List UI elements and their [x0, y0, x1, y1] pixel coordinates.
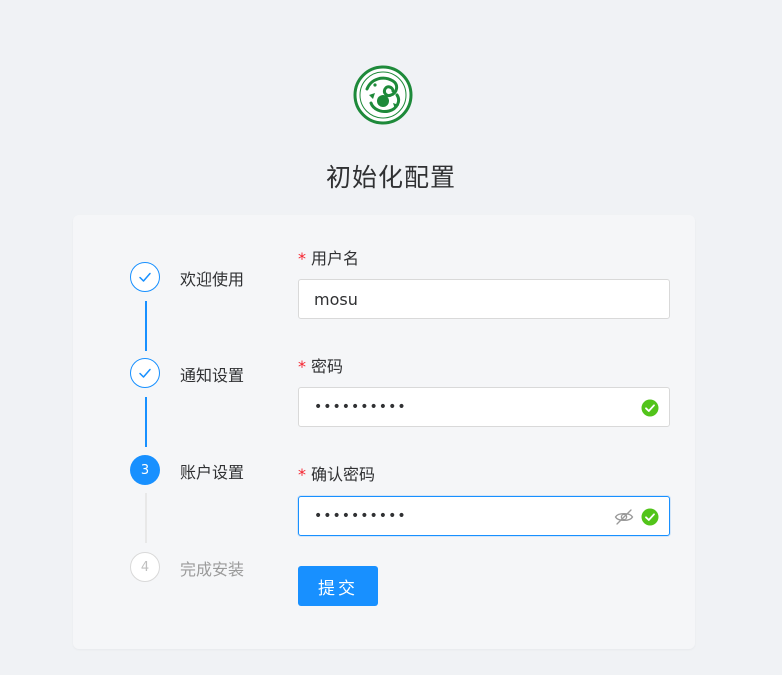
password-value: •••••••••• [314, 399, 407, 415]
confirm-password-value: •••••••••• [314, 508, 407, 524]
confirm-password-input[interactable]: •••••••••• [298, 496, 670, 536]
step-number: 3 [130, 455, 160, 485]
required-mark: * [298, 357, 306, 376]
username-value: mosu [314, 289, 358, 309]
username-input[interactable]: mosu [298, 279, 670, 319]
checkmark-circle-icon [641, 399, 659, 417]
submit-button[interactable]: 提交 [298, 566, 378, 606]
step-connector [145, 301, 147, 351]
step-finish: 4 完成安装 [130, 552, 290, 584]
step-connector [145, 493, 147, 543]
required-mark: * [298, 249, 306, 268]
username-label: * 用户名 [298, 249, 360, 268]
step-label: 通知设置 [180, 366, 245, 385]
password-input[interactable]: •••••••••• [298, 387, 670, 427]
confirm-password-label: * 确认密码 [298, 465, 376, 484]
step-number: 4 [130, 552, 160, 582]
check-icon [130, 262, 160, 292]
step-account: 3 账户设置 [130, 455, 290, 487]
required-mark: * [298, 465, 306, 484]
check-icon [130, 358, 160, 388]
password-label: * 密码 [298, 357, 344, 376]
page-title: 初始化配置 [325, 163, 456, 192]
step-notification: 通知设置 [130, 358, 290, 390]
step-welcome: 欢迎使用 [130, 262, 290, 294]
eye-off-icon[interactable] [614, 508, 634, 526]
step-label: 欢迎使用 [180, 270, 245, 289]
step-label: 账户设置 [180, 463, 245, 482]
checkmark-circle-icon [641, 508, 659, 526]
step-label: 完成安装 [180, 560, 245, 579]
dragon-logo-icon [353, 65, 413, 125]
step-connector [145, 397, 147, 447]
